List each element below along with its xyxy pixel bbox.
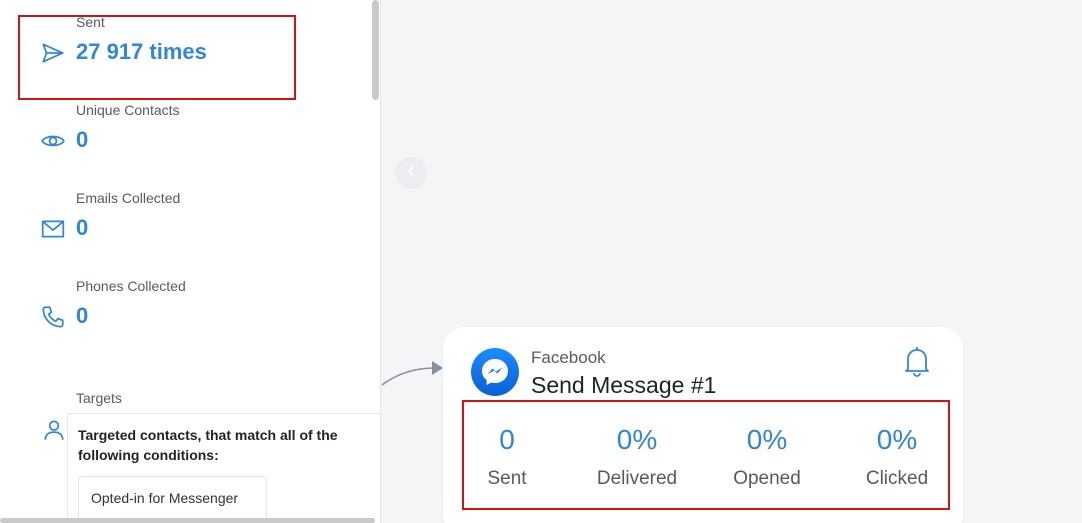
bell-icon[interactable] (902, 344, 932, 378)
stat-label: Phones Collected (76, 278, 186, 294)
messenger-icon (471, 348, 519, 396)
highlight-box-sent (18, 15, 296, 100)
condition-item[interactable]: Opted-in for Messenger (78, 476, 267, 522)
stat-label: Unique Contacts (76, 102, 180, 118)
vertical-scrollbar[interactable] (372, 0, 379, 100)
mail-icon (40, 216, 66, 242)
stat-value: 0 (76, 127, 89, 152)
chevron-left-icon (405, 164, 417, 182)
stat-value: 0 (76, 303, 89, 328)
highlight-box-metrics (462, 400, 950, 510)
phone-icon (40, 304, 66, 330)
eye-icon (40, 128, 66, 154)
targets-label: Targets (76, 390, 122, 406)
connector-arrow (381, 361, 443, 386)
node-platform: Facebook (531, 348, 606, 367)
node-title: Send Message #1 (531, 372, 717, 398)
stat-value: 0 (76, 215, 89, 240)
targets-description: Targeted contacts, that match all of the… (78, 427, 338, 463)
stat-label: Emails Collected (76, 190, 181, 206)
user-icon (41, 417, 67, 443)
horizontal-scrollbar[interactable] (0, 518, 375, 523)
collapse-panel-button[interactable] (395, 157, 427, 189)
